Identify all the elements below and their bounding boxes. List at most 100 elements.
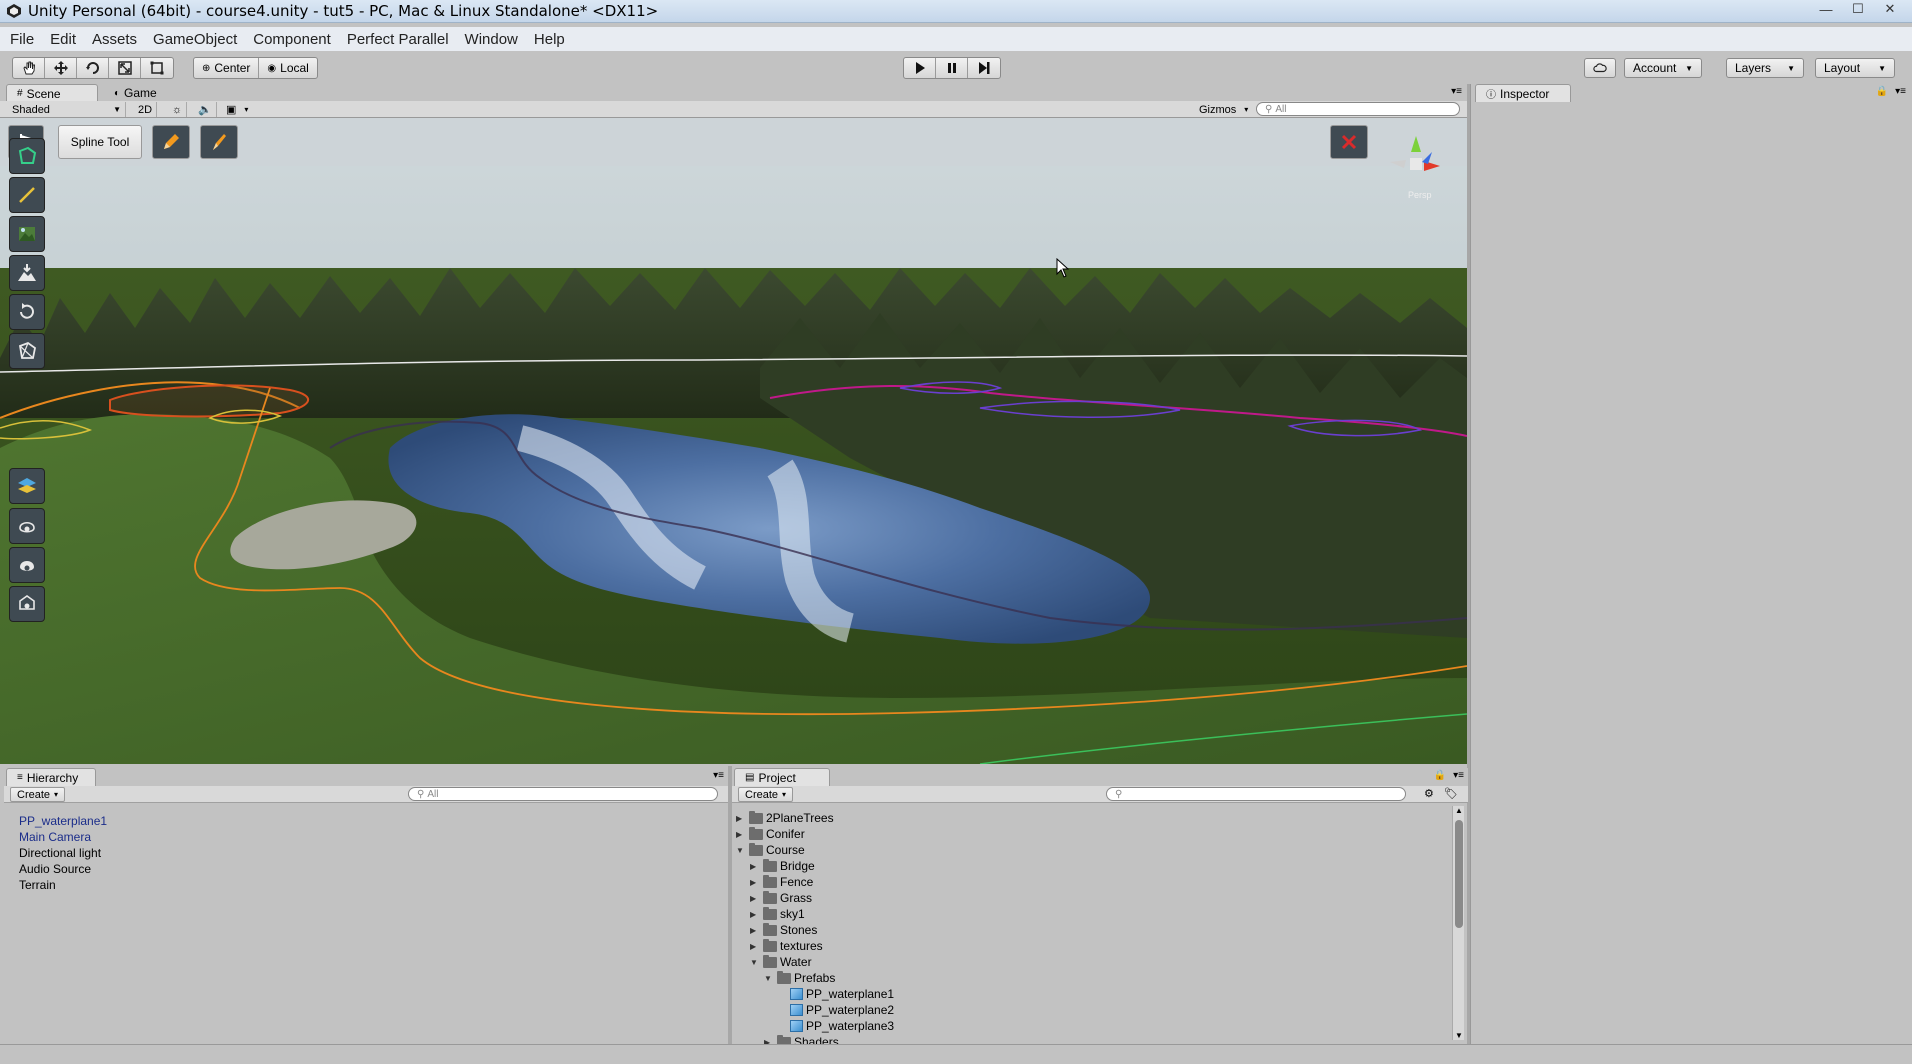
expand-arrow-icon[interactable]: ▶ xyxy=(736,814,746,823)
close-spline-tool-button[interactable] xyxy=(1330,125,1368,159)
project-folder-row[interactable]: ▼ Prefabs xyxy=(764,970,835,986)
hierarchy-item[interactable]: Directional light xyxy=(19,846,101,860)
menu-file[interactable]: File xyxy=(10,31,34,48)
toggle-2d-button[interactable]: 2D xyxy=(134,102,158,117)
scene-orientation-gizmo[interactable]: Persp xyxy=(1380,132,1450,202)
project-folder-row[interactable]: ▶ sky1 xyxy=(750,906,805,922)
project-folder-row[interactable]: ▶ Shaders xyxy=(764,1034,839,1044)
tab-inspector[interactable]: ⓘ Inspector xyxy=(1475,84,1571,102)
lock-icon[interactable]: 🔒 xyxy=(1876,86,1888,97)
menu-edit[interactable]: Edit xyxy=(50,31,76,48)
close-window-button[interactable]: ✕ xyxy=(1876,0,1904,18)
expand-arrow-icon[interactable]: ▶ xyxy=(750,926,760,935)
audio-toggle[interactable]: 🔈 xyxy=(194,102,217,117)
project-folder-row[interactable]: ▶ Bridge xyxy=(750,858,815,874)
tab-scene[interactable]: # Scene xyxy=(6,84,98,102)
visibility-tool-1[interactable] xyxy=(9,508,45,544)
visibility-tool-3[interactable] xyxy=(9,586,45,622)
layers-tool[interactable] xyxy=(9,468,45,504)
menu-help[interactable]: Help xyxy=(534,31,565,48)
minimize-button[interactable]: — xyxy=(1812,0,1840,18)
hierarchy-item[interactable]: PP_waterplane1 xyxy=(19,814,107,828)
project-asset-row[interactable]: PP_waterplane1 xyxy=(790,986,894,1002)
cloud-services-button[interactable] xyxy=(1584,58,1616,78)
pencil-edit-button[interactable] xyxy=(200,125,238,159)
project-asset-row[interactable]: PP_waterplane3 xyxy=(790,1018,894,1034)
panel-menu-icon[interactable]: ▾≡ xyxy=(713,770,724,781)
pivot-center-toggle[interactable]: ⊕ Center xyxy=(194,58,260,78)
spline-shape-tool[interactable] xyxy=(9,138,45,174)
filter-by-label-icon[interactable]: 🏷 xyxy=(1444,787,1458,800)
project-folder-row[interactable]: ▶ Stones xyxy=(750,922,817,938)
project-create-dropdown[interactable]: Create ▾ xyxy=(738,787,794,802)
tab-project[interactable]: ▤ Project xyxy=(734,768,830,786)
menu-window[interactable]: Window xyxy=(465,31,518,48)
mesh-tool[interactable] xyxy=(9,333,45,369)
project-folder-row[interactable]: ▶ 2PlaneTrees xyxy=(736,810,834,826)
gizmos-dropdown[interactable]: Gizmos ▾ xyxy=(1195,102,1248,117)
hierarchy-item[interactable]: Audio Source xyxy=(19,862,91,876)
scene-search-input[interactable]: ⚲ All xyxy=(1256,102,1460,116)
hierarchy-item[interactable]: Terrain xyxy=(19,878,56,892)
scroll-thumb[interactable] xyxy=(1455,820,1463,928)
layout-dropdown[interactable]: Layout ▼ xyxy=(1815,58,1895,78)
play-button[interactable] xyxy=(904,58,936,78)
maximize-button[interactable]: ☐ xyxy=(1844,0,1872,18)
scene-viewport[interactable]: Spline Tool Persp xyxy=(0,118,1467,764)
menu-gameobject[interactable]: GameObject xyxy=(153,31,237,48)
scroll-up-icon[interactable]: ▲ xyxy=(1455,806,1463,815)
project-scrollbar[interactable]: ▲ ▼ xyxy=(1452,806,1464,1040)
scroll-down-icon[interactable]: ▼ xyxy=(1455,1031,1463,1040)
lighting-toggle[interactable]: ☼ xyxy=(168,102,188,117)
hierarchy-item[interactable]: Main Camera xyxy=(19,830,91,844)
project-folder-row[interactable]: ▶ Fence xyxy=(750,874,813,890)
pause-button[interactable] xyxy=(936,58,968,78)
lock-icon[interactable]: 🔒 xyxy=(1434,770,1446,781)
expand-arrow-icon[interactable]: ▶ xyxy=(750,894,760,903)
visibility-tool-2[interactable] xyxy=(9,547,45,583)
line-draw-tool[interactable] xyxy=(9,177,45,213)
rotate-tool-button[interactable] xyxy=(77,58,109,78)
project-folder-row[interactable]: ▼ Course xyxy=(736,842,805,858)
project-asset-row[interactable]: PP_waterplane2 xyxy=(790,1002,894,1018)
filter-by-type-icon[interactable]: ⚙ xyxy=(1424,787,1434,800)
account-dropdown[interactable]: Account ▼ xyxy=(1624,58,1702,78)
move-tool-button[interactable] xyxy=(45,58,77,78)
tab-hierarchy[interactable]: ≡ Hierarchy xyxy=(6,768,96,786)
hierarchy-search-input[interactable]: ⚲ All xyxy=(408,787,718,801)
expand-arrow-icon[interactable]: ▶ xyxy=(750,878,760,887)
expand-arrow-icon[interactable]: ▶ xyxy=(750,862,760,871)
expand-arrow-icon[interactable]: ▶ xyxy=(750,910,760,919)
hierarchy-create-dropdown[interactable]: Create ▾ xyxy=(10,787,66,802)
panel-menu-icon[interactable]: ▾≡ xyxy=(1451,86,1462,97)
project-search-input[interactable]: ⚲ xyxy=(1106,787,1406,801)
menu-assets[interactable]: Assets xyxy=(92,31,137,48)
expand-arrow-icon[interactable]: ▶ xyxy=(736,830,746,839)
project-folder-row[interactable]: ▶ Grass xyxy=(750,890,812,906)
project-folder-row[interactable]: ▶ textures xyxy=(750,938,823,954)
terrain-paint-tool[interactable] xyxy=(9,216,45,252)
terrain-height-tool[interactable] xyxy=(9,255,45,291)
pencil-draw-button[interactable] xyxy=(152,125,190,159)
rect-tool-button[interactable] xyxy=(141,58,173,78)
panel-menu-icon[interactable]: ▾≡ xyxy=(1453,770,1464,781)
step-button[interactable] xyxy=(968,58,1000,78)
expand-arrow-icon[interactable]: ▶ xyxy=(750,942,760,951)
project-folder-row[interactable]: ▼ Water xyxy=(750,954,812,970)
pivot-local-toggle[interactable]: ◉ Local xyxy=(259,58,316,78)
refresh-tool[interactable] xyxy=(9,294,45,330)
scale-tool-button[interactable] xyxy=(109,58,141,78)
hand-tool-button[interactable] xyxy=(13,58,45,78)
shading-mode-dropdown[interactable]: Shaded ▼ xyxy=(8,102,126,117)
panel-menu-icon[interactable]: ▾≡ xyxy=(1895,86,1906,97)
collapse-arrow-icon[interactable]: ▼ xyxy=(736,846,746,855)
project-folder-row[interactable]: ▶ Conifer xyxy=(736,826,805,842)
collapse-arrow-icon[interactable]: ▼ xyxy=(750,958,760,967)
layers-dropdown[interactable]: Layers ▼ xyxy=(1726,58,1804,78)
menu-perfect-parallel[interactable]: Perfect Parallel xyxy=(347,31,449,48)
effects-dropdown[interactable]: ▣ ▾ xyxy=(222,102,252,117)
menu-component[interactable]: Component xyxy=(253,31,331,48)
tab-game[interactable]: ◐ Game xyxy=(104,84,167,102)
collapse-arrow-icon[interactable]: ▼ xyxy=(764,974,774,983)
spline-tool-button[interactable]: Spline Tool xyxy=(58,125,142,159)
